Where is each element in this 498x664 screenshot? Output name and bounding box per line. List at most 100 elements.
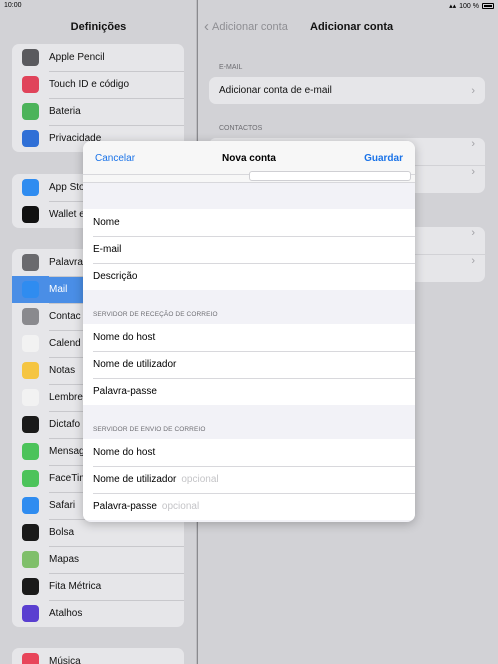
incoming-section-header: SERVIDOR DE RECEÇÃO DE CORREIO <box>93 311 218 318</box>
chevron-left-icon: ‹ <box>204 18 209 35</box>
maps-icon <box>22 551 39 568</box>
battery-icon <box>22 103 39 120</box>
sidebar-item-label: Bateria <box>49 106 81 117</box>
chevron-right-icon: › <box>471 166 475 178</box>
chevron-right-icon: › <box>471 227 475 239</box>
sidebar-item-label: Dictafo <box>49 419 81 430</box>
stocks-icon <box>22 524 39 541</box>
field-label: E-mail <box>93 244 122 255</box>
back-button[interactable]: ‹ Adicionar conta <box>204 18 288 35</box>
back-label: Adicionar conta <box>212 21 288 33</box>
status-time: 10:00 <box>4 2 22 9</box>
sidebar-group-1: Apple Pencil Touch ID e código Bateria Priv… <box>12 44 184 152</box>
sidebar-item-label: FaceTim <box>49 473 88 484</box>
save-button[interactable]: Guardar <box>364 153 403 164</box>
sidebar-item-label: Wallet e <box>49 209 85 220</box>
fields-field-nome[interactable]: Nome <box>83 209 415 236</box>
sidebar-title: Definições <box>70 21 127 33</box>
incoming-field-nome-do-host[interactable]: Nome do host <box>83 324 415 351</box>
reminders-icon <box>22 389 39 406</box>
incoming-section: SERVIDOR DE RECEÇÃO DE CORREIO <box>83 290 415 324</box>
email-section-header: E-MAIL <box>219 64 243 71</box>
sidebar-item-musica[interactable]: Música <box>12 648 184 664</box>
outgoing-field-nome-de-utilizador[interactable]: Nome de utilizador opcional <box>83 466 415 493</box>
segmented-control-strip <box>83 171 415 183</box>
sidebar-item-fita-metrica[interactable]: Fita Métrica <box>12 573 184 600</box>
account-fields-group: Nome E-mail Descrição <box>83 209 415 290</box>
calendar-icon <box>22 335 39 352</box>
sidebar-item-label: Notas <box>49 365 76 376</box>
new-account-sheet: Cancelar Nova conta Guardar Nome E-mail De… <box>83 141 415 522</box>
messages-icon <box>22 443 39 460</box>
fingerprint-icon <box>22 76 39 93</box>
sidebar-item-apple-pencil[interactable]: Apple Pencil <box>12 44 184 71</box>
sidebar-item-label: Fita Métrica <box>49 581 102 592</box>
field-label: Nome de utilizador <box>93 474 177 485</box>
safari-icon <box>22 497 39 514</box>
field-label: Palavra-passe <box>93 386 157 397</box>
sidebar-item-label: Mail <box>49 284 68 295</box>
field-label: Nome <box>93 217 120 228</box>
outgoing-section: SERVIDOR DE ENVIO DE CORREIO <box>83 405 415 439</box>
chevron-right-icon: › <box>471 255 475 267</box>
add-email-account-button[interactable]: Adicionar conta de e-mail › <box>209 77 485 104</box>
sidebar-item-touch-id-e-codigo[interactable]: Touch ID e código <box>12 71 184 98</box>
chevron-right-icon: › <box>471 138 475 150</box>
page-title: Adicionar conta <box>310 21 394 33</box>
sidebar-item-mapas[interactable]: Mapas <box>12 546 184 573</box>
sidebar-group-4: Música <box>12 648 184 664</box>
field-label: Nome do host <box>93 332 156 343</box>
sidebar-item-label: Safari <box>49 500 76 511</box>
app-store-icon <box>22 179 39 196</box>
music-icon <box>22 653 39 664</box>
incoming-field-nome-de-utilizador[interactable]: Nome de utilizador <box>83 351 415 378</box>
outgoing-field-palavra-passe[interactable]: Palavra-passe opcional <box>83 493 415 520</box>
incoming-fields-group: Nome do host Nome de utilizador Palavra-pa… <box>83 324 415 405</box>
outgoing-fields-group: Nome do host Nome de utilizador opcional Pa… <box>83 439 415 520</box>
sidebar-item-label: Calend <box>49 338 81 349</box>
key-icon <box>22 254 39 271</box>
outgoing-field-nome-do-host[interactable]: Nome do host <box>83 439 415 466</box>
sidebar-item-label: App Sto <box>49 182 85 193</box>
sidebar-item-label: Música <box>49 656 81 664</box>
sheet-header: Cancelar Nova conta Guardar <box>83 141 415 175</box>
chevron-right-icon: › <box>471 84 475 97</box>
segmented-control[interactable] <box>249 171 411 181</box>
status-bar: 10:00 ▴▴ 100 % <box>0 0 498 12</box>
voice-memos-icon <box>22 416 39 433</box>
status-right: ▴▴ 100 % <box>449 2 494 10</box>
hand-icon <box>22 130 39 147</box>
battery-icon <box>482 3 494 9</box>
sidebar-item-label: Palavra <box>49 257 83 268</box>
measure-icon <box>22 578 39 595</box>
fields-field-e-mail[interactable]: E-mail <box>83 236 415 263</box>
sidebar-item-label: Bolsa <box>49 527 75 538</box>
contacts-section-header: CONTACTOS <box>219 125 263 132</box>
sidebar-item-bateria[interactable]: Bateria <box>12 98 184 125</box>
field-label: Nome do host <box>93 447 156 458</box>
sidebar-item-label: Contac <box>49 311 81 322</box>
outgoing-section-header: SERVIDOR DE ENVIO DE CORREIO <box>93 426 206 433</box>
sidebar-item-label: Atalhos <box>49 608 83 619</box>
facetime-icon <box>22 470 39 487</box>
incoming-field-palavra-passe[interactable]: Palavra-passe <box>83 378 415 405</box>
sidebar-item-atalhos[interactable]: Atalhos <box>12 600 184 627</box>
field-label: Descrição <box>93 271 138 282</box>
sidebar-item-label: Touch ID e código <box>49 79 130 90</box>
field-label: Nome de utilizador <box>93 359 177 370</box>
field-placeholder: opcional <box>181 474 219 485</box>
battery-percent: 100 % <box>459 2 479 10</box>
shortcuts-icon <box>22 605 39 622</box>
fields-field-descricao[interactable]: Descrição <box>83 263 415 290</box>
sidebar-item-label: Apple Pencil <box>49 52 105 63</box>
wifi-icon: ▴▴ <box>449 3 457 10</box>
wallet-icon <box>22 206 39 223</box>
sidebar-item-label: Mapas <box>49 554 80 565</box>
field-placeholder: opcional <box>161 501 200 512</box>
mail-icon <box>22 281 39 298</box>
notes-icon <box>22 362 39 379</box>
sidebar-item-bolsa[interactable]: Bolsa <box>12 519 184 546</box>
pencil-icon <box>22 49 39 66</box>
sidebar-item-label: Mensag <box>49 446 85 457</box>
contacts-icon <box>22 308 39 325</box>
